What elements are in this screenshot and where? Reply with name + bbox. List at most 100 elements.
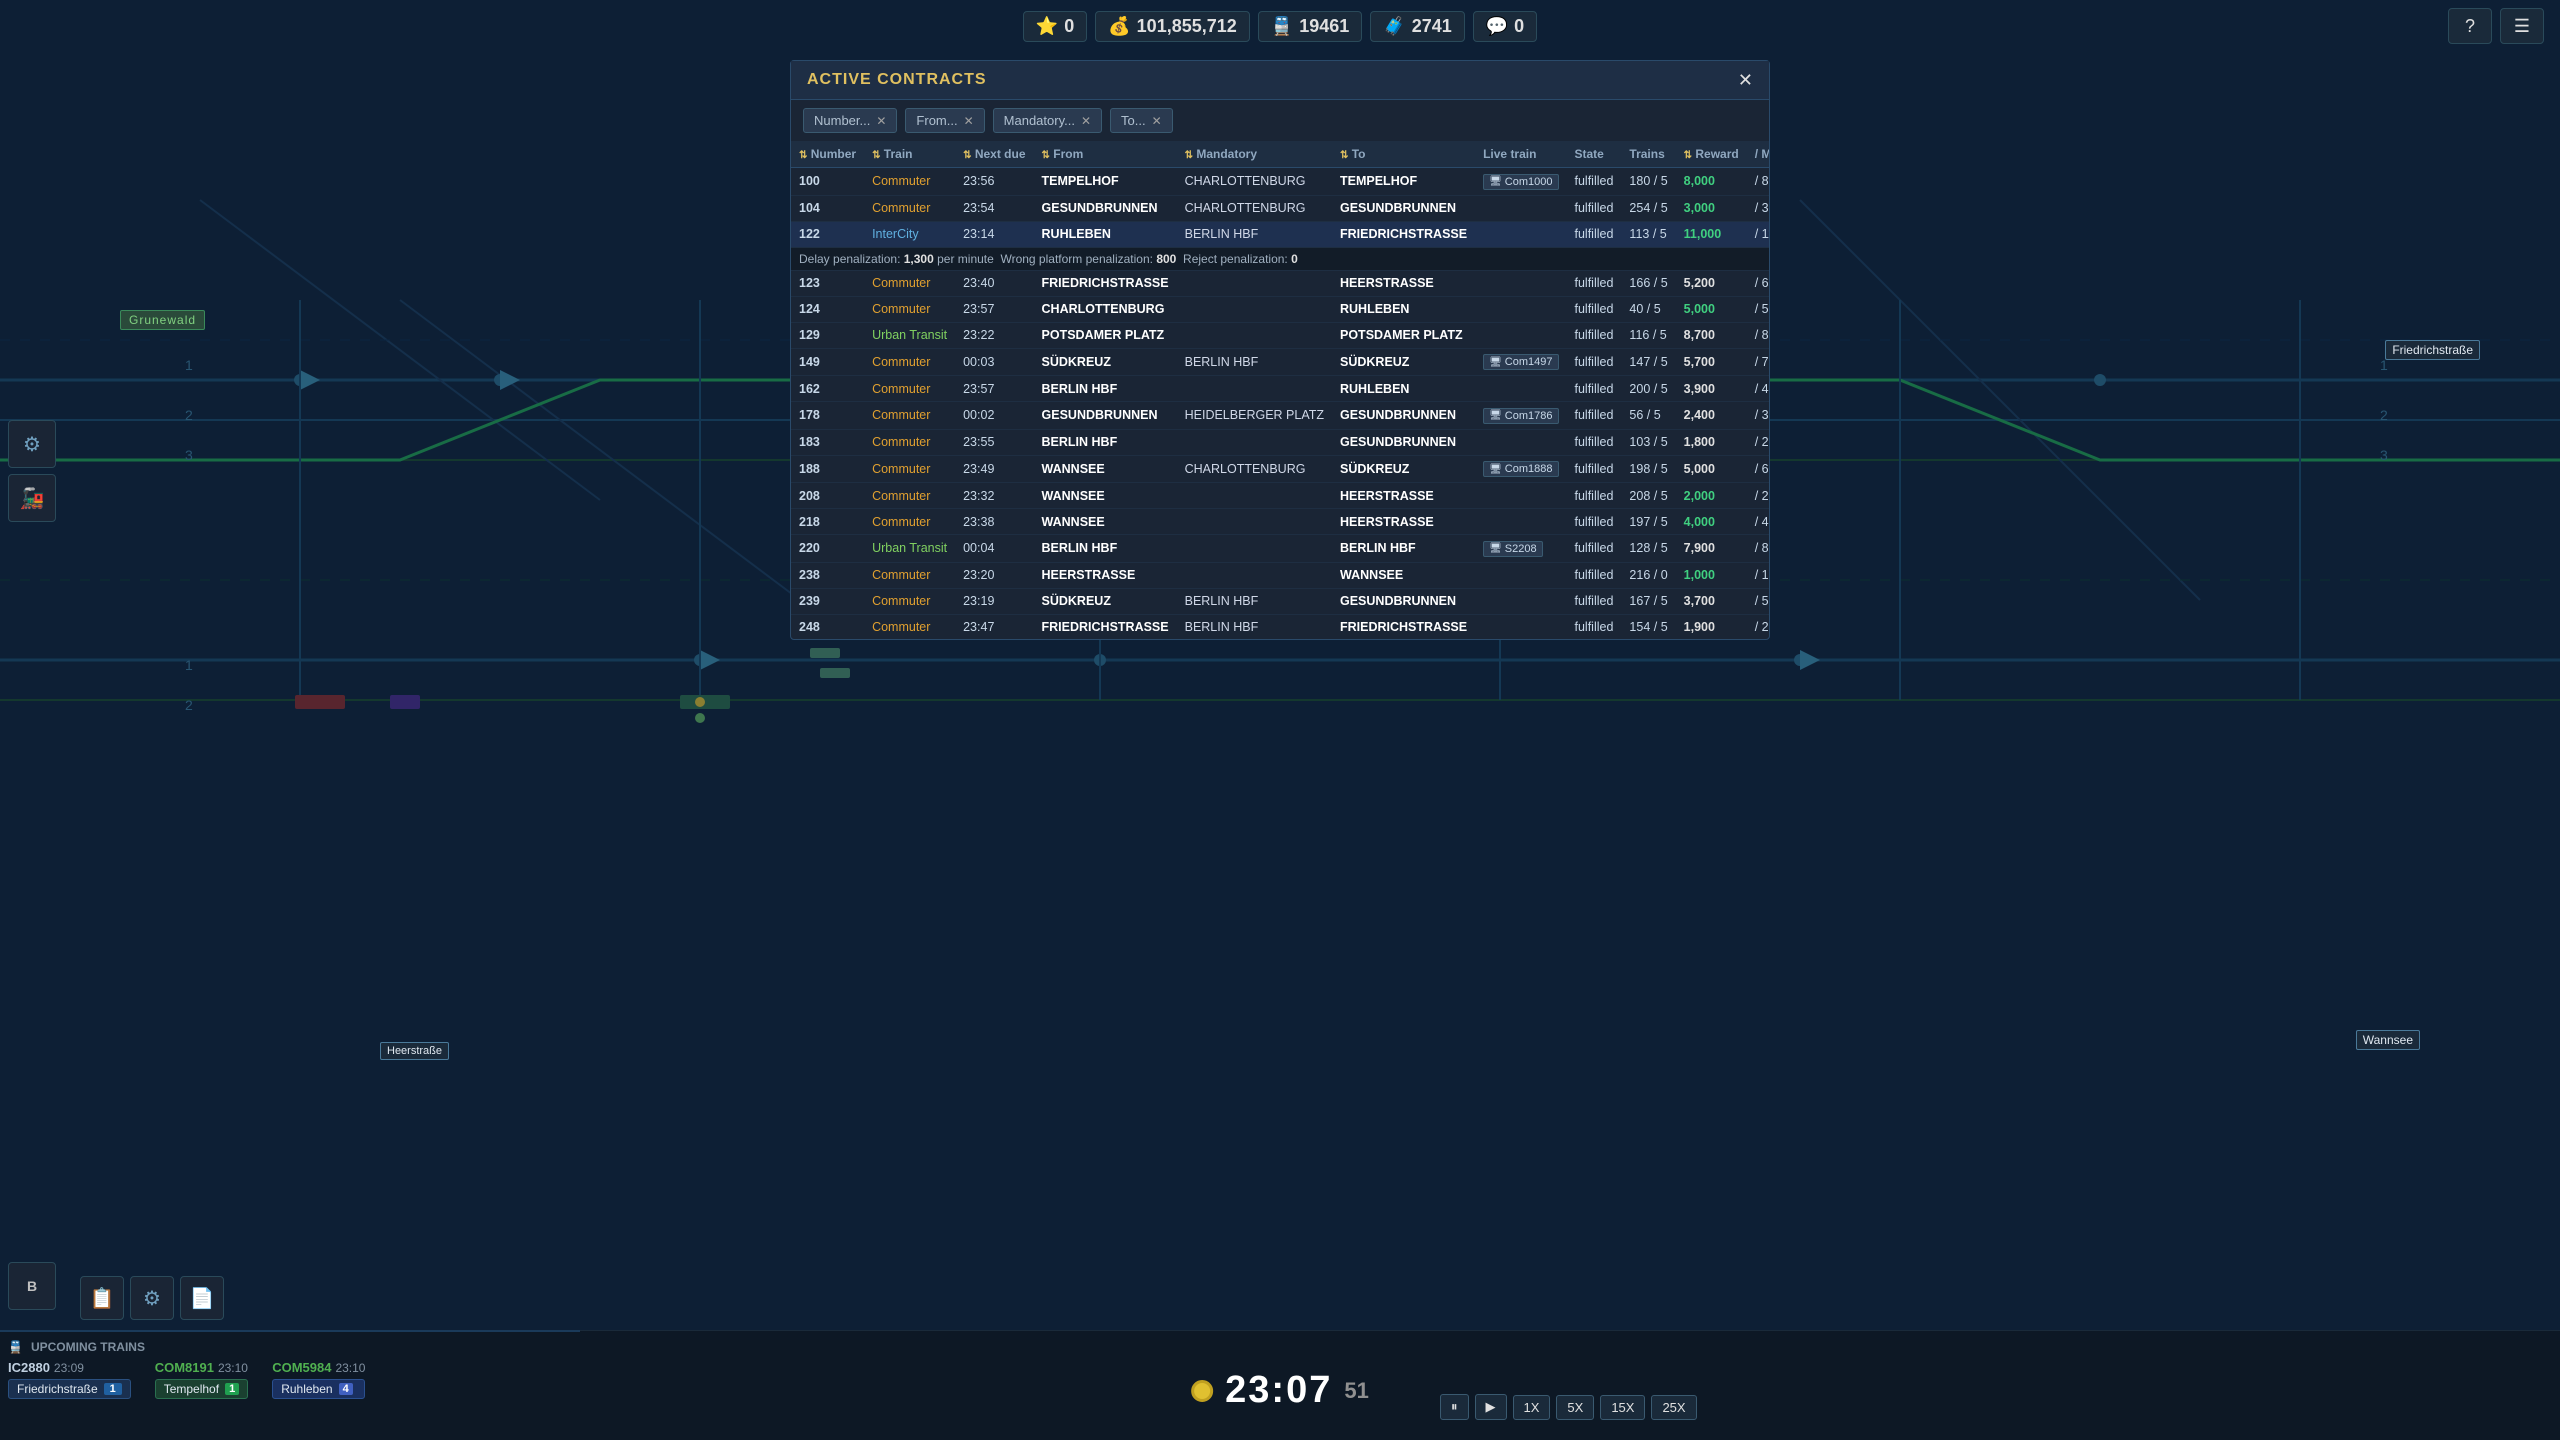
table-row[interactable]: 104 Commuter 23:54 GESUNDBRUNNEN CHARLOT…: [791, 195, 1769, 221]
cell-trains: 167 / 5: [1621, 588, 1675, 614]
table-row[interactable]: 208 Commuter 23:32 WANNSEE HEERSTRASSE f…: [791, 483, 1769, 509]
cell-mandatory: BERLIN HBF: [1177, 614, 1332, 639]
cell-state: fulfilled: [1567, 168, 1622, 196]
cell-reward: 1,900: [1676, 614, 1747, 639]
cell-next-due: 23:22: [955, 322, 1033, 348]
close-button[interactable]: ✕: [1738, 71, 1753, 89]
cell-number: 162: [791, 376, 864, 402]
col-trains: Trains: [1621, 141, 1675, 168]
cell-number: 188: [791, 455, 864, 483]
col-to[interactable]: ⇅ To: [1332, 141, 1475, 168]
filter-from[interactable]: From... ✕: [905, 108, 984, 133]
cell-train-type: Commuter: [864, 270, 955, 296]
contracts-table-container[interactable]: ⇅ Number ⇅ Train ⇅ Next due ⇅ From ⇅ Man…: [791, 141, 1769, 639]
cell-trains: 147 / 5: [1621, 348, 1675, 376]
cell-to: FRIEDRICHSTRASSE: [1332, 221, 1475, 247]
filter-to[interactable]: To... ✕: [1110, 108, 1173, 133]
cell-mandatory: [1177, 483, 1332, 509]
cell-next-due: 00:03: [955, 348, 1033, 376]
cell-train-type: Urban Transit: [864, 535, 955, 563]
cell-state: fulfilled: [1567, 221, 1622, 247]
filter-to-remove[interactable]: ✕: [1152, 114, 1162, 128]
cell-train-type: Commuter: [864, 348, 955, 376]
table-row[interactable]: 248 Commuter 23:47 FRIEDRICHSTRASSE BERL…: [791, 614, 1769, 639]
cell-from: RUHLEBEN: [1034, 221, 1177, 247]
cell-train-type: Commuter: [864, 483, 955, 509]
cell-mandatory: [1177, 322, 1332, 348]
cell-mandatory: BERLIN HBF: [1177, 221, 1332, 247]
cell-train-type: Commuter: [864, 562, 955, 588]
col-from[interactable]: ⇅ From: [1034, 141, 1177, 168]
col-live-train: Live train: [1475, 141, 1566, 168]
cell-from: POTSDAMER PLATZ: [1034, 322, 1177, 348]
table-row[interactable]: 218 Commuter 23:38 WANNSEE HEERSTRASSE f…: [791, 509, 1769, 535]
col-train[interactable]: ⇅ Train: [864, 141, 955, 168]
cell-max: / 3,000: [1747, 402, 1769, 430]
cell-train-type: Commuter: [864, 296, 955, 322]
cell-number: 124: [791, 296, 864, 322]
col-mandatory[interactable]: ⇅ Mandatory: [1177, 141, 1332, 168]
filter-number[interactable]: Number... ✕: [803, 108, 897, 133]
cell-number: 183: [791, 429, 864, 455]
cell-to: GESUNDBRUNNEN: [1332, 429, 1475, 455]
filter-number-remove[interactable]: ✕: [876, 114, 886, 128]
modal-title: Active Contracts: [807, 71, 987, 89]
cell-reward: 7,900: [1676, 535, 1747, 563]
cell-next-due: 23:57: [955, 296, 1033, 322]
cell-from: SÜDKREUZ: [1034, 588, 1177, 614]
table-row[interactable]: 220 Urban Transit 00:04 BERLIN HBF BERLI…: [791, 535, 1769, 563]
cell-live-train: 🖥 Com1888: [1475, 455, 1566, 483]
col-next-due[interactable]: ⇅ Next due: [955, 141, 1033, 168]
cell-state: fulfilled: [1567, 455, 1622, 483]
table-row[interactable]: 122 InterCity 23:14 RUHLEBEN BERLIN HBF …: [791, 221, 1769, 247]
cell-from: BERLIN HBF: [1034, 535, 1177, 563]
cell-max: / 6,000: [1747, 270, 1769, 296]
col-reward[interactable]: ⇅ Reward: [1676, 141, 1747, 168]
cell-state: fulfilled: [1567, 348, 1622, 376]
col-number[interactable]: ⇅ Number: [791, 141, 864, 168]
cell-number: 149: [791, 348, 864, 376]
filter-mandatory[interactable]: Mandatory... ✕: [993, 108, 1102, 133]
cell-train-type: Urban Transit: [864, 322, 955, 348]
cell-max: / 8,750: [1747, 322, 1769, 348]
filter-from-remove[interactable]: ✕: [964, 114, 974, 128]
cell-state: fulfilled: [1567, 270, 1622, 296]
table-row[interactable]: 239 Commuter 23:19 SÜDKREUZ BERLIN HBF G…: [791, 588, 1769, 614]
cell-live-train: [1475, 614, 1566, 639]
table-row[interactable]: 178 Commuter 00:02 GESUNDBRUNNEN HEIDELB…: [791, 402, 1769, 430]
cell-from: BERLIN HBF: [1034, 429, 1177, 455]
cell-train-type: Commuter: [864, 376, 955, 402]
cell-trains: 208 / 5: [1621, 483, 1675, 509]
cell-to: SÜDKREUZ: [1332, 348, 1475, 376]
cell-to: RUHLEBEN: [1332, 296, 1475, 322]
cell-to: POTSDAMER PLATZ: [1332, 322, 1475, 348]
cell-state: fulfilled: [1567, 296, 1622, 322]
cell-state: fulfilled: [1567, 509, 1622, 535]
cell-next-due: 23:19: [955, 588, 1033, 614]
modal-overlay: Active Contracts ✕ Number... ✕ From... ✕…: [0, 0, 2560, 1440]
table-row[interactable]: 123 Commuter 23:40 FRIEDRICHSTRASSE HEER…: [791, 270, 1769, 296]
cell-trains: 128 / 5: [1621, 535, 1675, 563]
cell-reward: 1,000: [1676, 562, 1747, 588]
filter-number-label: Number...: [814, 113, 870, 128]
cell-reward: 5,000: [1676, 455, 1747, 483]
cell-train-type: Commuter: [864, 168, 955, 196]
cell-live-train: [1475, 296, 1566, 322]
cell-to: HEERSTRASSE: [1332, 270, 1475, 296]
cell-max: / 8,750: [1747, 535, 1769, 563]
expanded-detail-row: Delay penalization: 1,300 per minute Wro…: [791, 247, 1769, 270]
cell-trains: 166 / 5: [1621, 270, 1675, 296]
table-row[interactable]: 238 Commuter 23:20 HEERSTRASSE WANNSEE f…: [791, 562, 1769, 588]
table-row[interactable]: 129 Urban Transit 23:22 POTSDAMER PLATZ …: [791, 322, 1769, 348]
table-row[interactable]: 100 Commuter 23:56 TEMPELHOF CHARLOTTENB…: [791, 168, 1769, 196]
cell-mandatory: BERLIN HBF: [1177, 348, 1332, 376]
table-row[interactable]: 162 Commuter 23:57 BERLIN HBF RUHLEBEN f…: [791, 376, 1769, 402]
table-row[interactable]: 149 Commuter 00:03 SÜDKREUZ BERLIN HBF S…: [791, 348, 1769, 376]
cell-number: 248: [791, 614, 864, 639]
table-row[interactable]: 183 Commuter 23:55 BERLIN HBF GESUNDBRUN…: [791, 429, 1769, 455]
table-row[interactable]: 188 Commuter 23:49 WANNSEE CHARLOTTENBUR…: [791, 455, 1769, 483]
filter-mandatory-remove[interactable]: ✕: [1081, 114, 1091, 128]
cell-from: GESUNDBRUNNEN: [1034, 195, 1177, 221]
table-row[interactable]: 124 Commuter 23:57 CHARLOTTENBURG RUHLEB…: [791, 296, 1769, 322]
cell-number: 239: [791, 588, 864, 614]
